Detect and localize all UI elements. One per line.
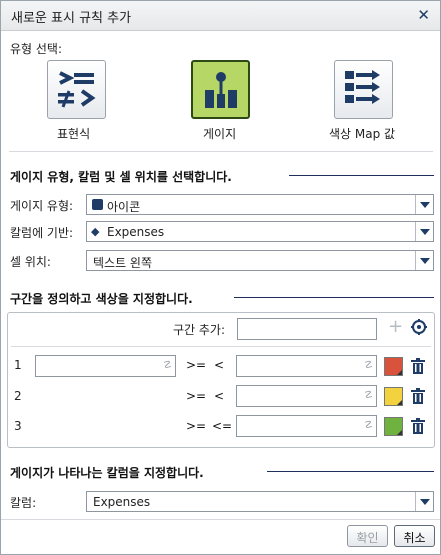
column-select[interactable]: Expenses: [86, 491, 434, 512]
lower-operator: >=: [186, 358, 207, 372]
range-upper-input[interactable]: ☡: [236, 415, 377, 437]
expression-icon: [58, 71, 96, 108]
measure-icon: ◆: [91, 225, 100, 238]
color-swatch[interactable]: [384, 387, 403, 406]
upper-operator: <=: [212, 419, 233, 433]
section-rule: [289, 175, 434, 176]
section-rule: [267, 471, 434, 472]
range-row-number: 2: [14, 389, 22, 403]
upper-operator: <: [214, 358, 225, 372]
chevron-down-icon[interactable]: [415, 251, 433, 270]
range-row-number: 3: [14, 419, 22, 433]
column-based-value: Expenses: [107, 225, 165, 239]
add-range-label: 구간 추가:: [173, 323, 226, 337]
gauge-type-label: 게이지 유형:: [10, 199, 74, 213]
gauge-type-select[interactable]: 아이콘: [86, 194, 434, 215]
ranges-section-heading: 구간을 정의하고 색상을 지정합니다.: [10, 292, 193, 306]
range-row-number: 1: [14, 358, 22, 372]
gauge-type-button[interactable]: [191, 60, 250, 119]
type-label-expression: 표현식: [57, 127, 91, 141]
icon-type-icon: [92, 199, 103, 210]
color-map-icon: [345, 70, 380, 104]
range-upper-input[interactable]: ☡: [236, 355, 377, 377]
divider: [11, 346, 431, 347]
cancel-button[interactable]: 취소: [394, 525, 435, 547]
column-based-select[interactable]: ◆ Expenses: [86, 221, 434, 242]
target-icon[interactable]: [411, 319, 427, 335]
color-swatch[interactable]: [384, 357, 403, 376]
close-icon[interactable]: ✕: [417, 6, 430, 24]
chevron-down-icon[interactable]: [415, 195, 433, 214]
columns-section-heading: 게이지가 나타나는 칼럼을 지정합니다.: [10, 466, 204, 480]
lower-operator: >=: [186, 419, 207, 433]
add-icon[interactable]: +: [388, 316, 403, 337]
edit-icon: ☡: [364, 360, 373, 371]
edit-icon: ☡: [364, 420, 373, 431]
gauge-type-value: 아이콘: [107, 200, 141, 214]
gauge-section-heading: 게이지 유형, 칼럼 및 셀 위치를 선택합니다.: [10, 170, 232, 184]
lower-operator: >=: [186, 389, 207, 403]
title-bar: 새로운 표시 규칙 추가 ✕: [1, 1, 440, 31]
section-rule: [234, 297, 434, 298]
cell-position-select[interactable]: 텍스트 왼쪽: [86, 250, 434, 271]
add-display-rule-dialog: 새로운 표시 규칙 추가 ✕ 유형 선택: 표현식 게이지 색상 Map 값 게…: [0, 0, 441, 555]
type-label-gauge: 게이지: [203, 127, 237, 141]
ok-button[interactable]: 확인: [347, 525, 388, 547]
color-map-type-button[interactable]: [334, 60, 393, 119]
cell-position-label: 셀 위치:: [10, 255, 51, 269]
dialog-title: 새로운 표시 규칙 추가: [11, 11, 132, 26]
cell-position-value: 텍스트 왼쪽: [93, 256, 153, 270]
gauge-icon: [205, 72, 237, 108]
edit-icon: ☡: [163, 360, 172, 371]
add-range-input[interactable]: [237, 318, 377, 340]
column-based-label: 칼럼에 기반:: [10, 226, 74, 240]
type-label-color-map: 색상 Map 값: [329, 127, 396, 141]
divider: [1, 519, 440, 520]
range-lower-input[interactable]: ☡: [35, 355, 176, 377]
upper-operator: <: [214, 389, 225, 403]
trash-icon[interactable]: [411, 388, 425, 404]
range-upper-input[interactable]: ☡: [236, 385, 377, 407]
trash-icon[interactable]: [411, 358, 425, 374]
expression-type-button[interactable]: [47, 60, 106, 119]
divider: [9, 151, 433, 152]
trash-icon[interactable]: [411, 418, 425, 434]
chevron-down-icon[interactable]: [415, 222, 433, 241]
type-select-label: 유형 선택:: [10, 42, 63, 56]
edit-icon: ☡: [364, 390, 373, 401]
color-swatch[interactable]: [384, 417, 403, 436]
column-label: 칼럼:: [10, 496, 37, 510]
column-value: Expenses: [93, 495, 151, 509]
chevron-down-icon[interactable]: [415, 492, 433, 511]
